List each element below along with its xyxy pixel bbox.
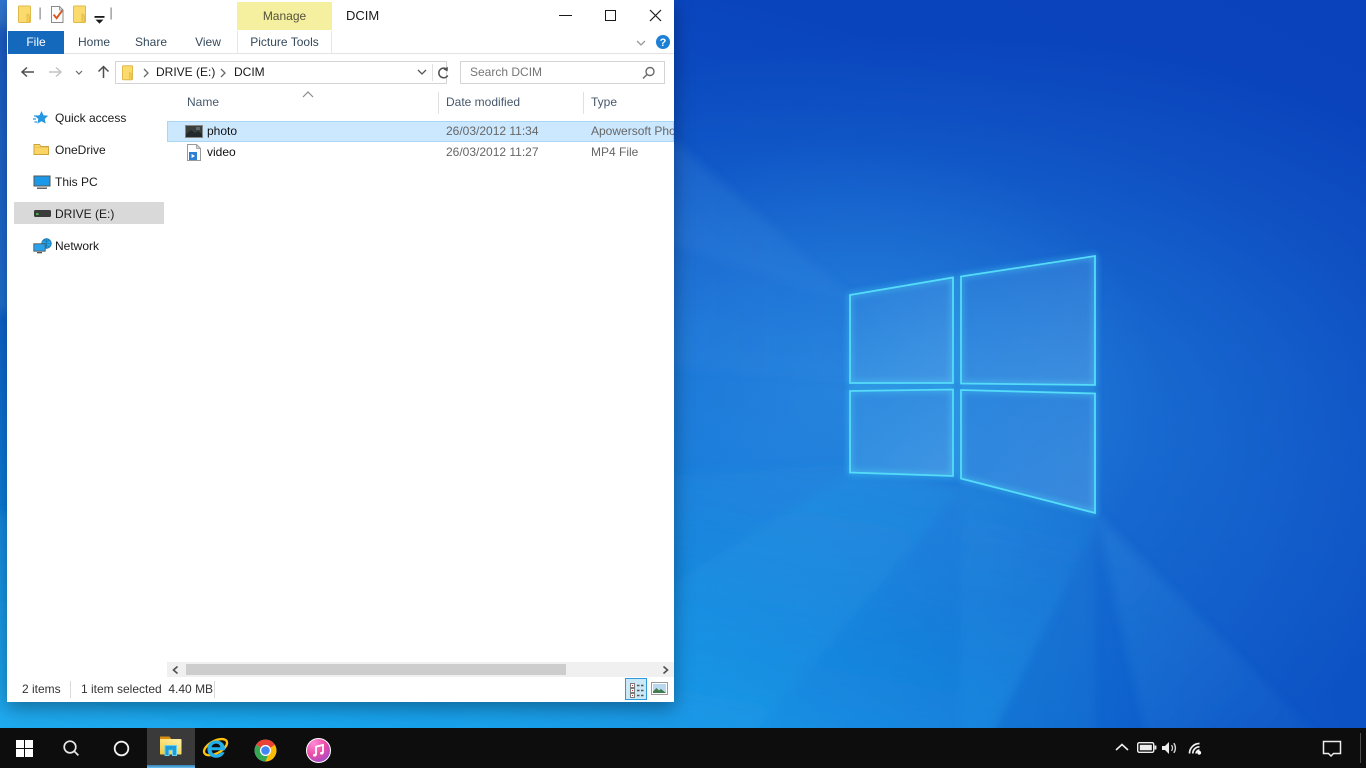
- svg-text:?: ?: [660, 37, 667, 49]
